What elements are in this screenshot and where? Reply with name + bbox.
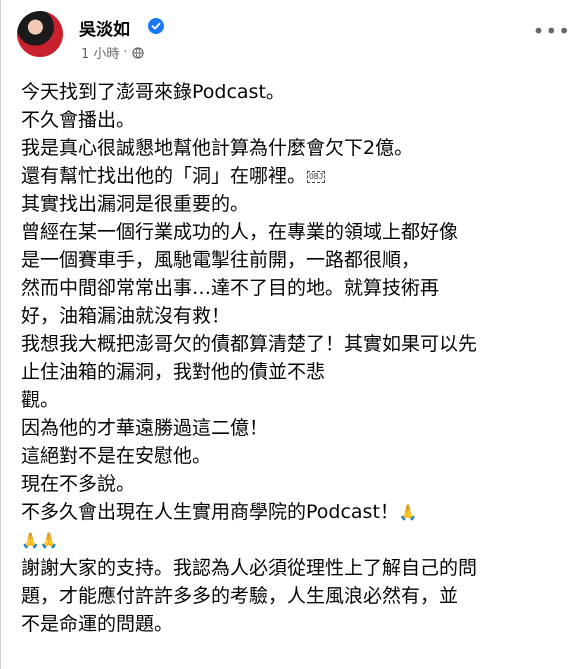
verified-badge-icon	[148, 18, 164, 34]
post-line: 題，才能應付許許多多的考驗，人生風浪必然有，並	[21, 585, 459, 607]
post-line: 🙏🙏	[21, 526, 577, 554]
post-line: 然而中間卻常常出事…達不了目的地。就算技術再	[21, 277, 440, 299]
avatar[interactable]	[17, 11, 63, 57]
post-line: 我想我大概把澎哥欠的債都算清楚了！其實如果可以先	[21, 333, 478, 355]
post-text: 還有幫忙找出他的「洞」在哪裡。	[21, 165, 307, 187]
post-body: 今天找到了澎哥來錄Podcast。 不久會播出。 我是真心很誠懇地幫他計算為什麼…	[21, 78, 577, 638]
post-line: 不久會播出。	[21, 109, 136, 131]
post-line: 因為他的才華遠勝過這二億！	[21, 417, 269, 439]
post-line: 曾經在某一個行業成功的人，在專業的領域上都好像	[21, 221, 459, 243]
post-line: 不是命運的問題。	[21, 613, 174, 635]
post-text: 不多久會出現在人生實用商學院的Podcast！	[21, 501, 399, 523]
post-line: 是一個賽車手，風馳電掣往前開，一路都很順，	[21, 249, 421, 271]
more-options-icon[interactable]: •••	[533, 19, 571, 43]
author-name[interactable]: 吳淡如	[79, 15, 130, 40]
post-line: 謝謝大家的支持。我認為人必須從理性上了解自己的問	[21, 557, 478, 579]
post-line: 不多久會出現在人生實用商學院的Podcast！🙏	[21, 498, 577, 526]
post-line: 好，油箱漏油就沒有救！	[21, 305, 231, 327]
globe-icon[interactable]	[131, 46, 144, 59]
meta-separator: ·	[123, 45, 128, 60]
praying-hands-icon: 🙏	[398, 503, 418, 522]
post-line: 我是真心很誠懇地幫他計算為什麼會欠下2億。	[21, 137, 414, 159]
post-line: 今天找到了澎哥來錄Podcast。	[21, 81, 285, 103]
post-time[interactable]: 1 小時	[81, 43, 119, 62]
post-line: 止住油箱的漏洞，我對他的債並不悲	[21, 361, 326, 383]
post-line: 這絕對不是在安慰他。	[21, 445, 212, 467]
post-text: 觀。	[21, 389, 60, 411]
post-line: 還有幫忙找出他的「洞」在哪裡。 OBJ	[21, 162, 577, 190]
obj-glyph: OBJ	[307, 170, 326, 183]
post-header: 吳淡如 1 小時 · •••	[17, 11, 577, 67]
post-line: 觀。	[21, 386, 577, 414]
post-line: 現在不多說。	[21, 473, 136, 495]
praying-hands-icon: 🙏🙏	[21, 531, 59, 550]
post-meta: 1 小時 ·	[81, 43, 144, 62]
post-line: 其實找出漏洞是很重要的。	[21, 193, 250, 215]
